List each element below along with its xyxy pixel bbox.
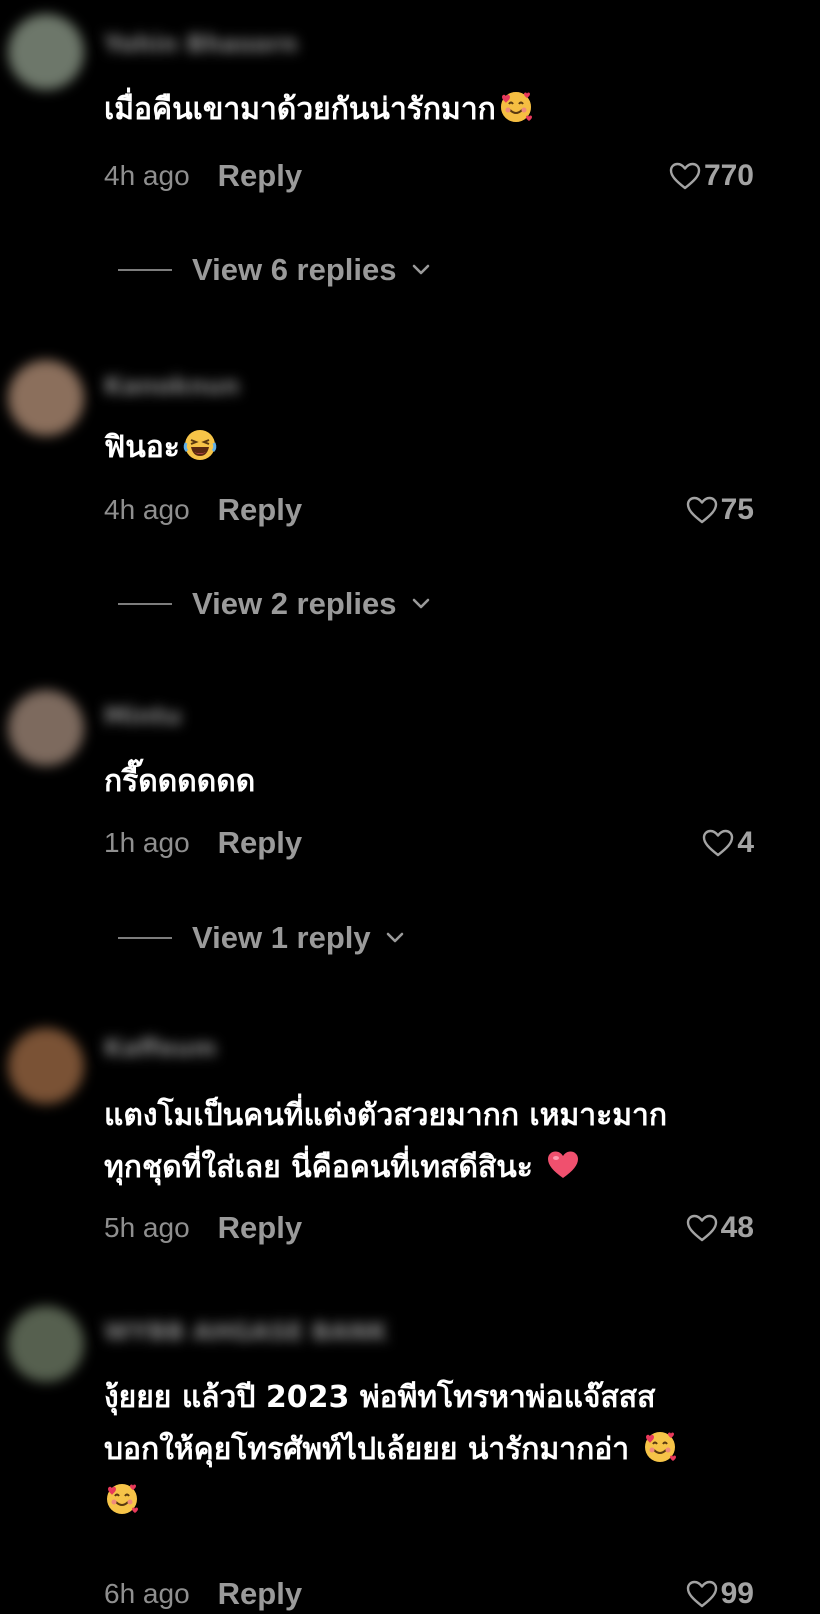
timestamp: 6h ago: [104, 1578, 190, 1609]
comment-text: ฟินอะ: [104, 422, 764, 474]
view-replies-label: View 2 replies: [192, 586, 397, 621]
comment-text: งุ้ยยย แล้วปี 2023 พ่อพีทโทรหาพ่อแจ๊สสส …: [104, 1372, 764, 1528]
avatar[interactable]: [8, 1028, 84, 1104]
like-button[interactable]: 770: [668, 159, 754, 193]
like-count: 770: [703, 159, 754, 192]
view-replies-button[interactable]: View 2 replies: [118, 584, 431, 624]
view-replies-label: View 1 reply: [192, 920, 371, 955]
comment-text-line: บอกให้คุยโทรศัพท์ไปเล้ยยย น่ารักมากอ่า: [104, 1432, 630, 1467]
username[interactable]: WYBB AHGASE BANK: [104, 1318, 387, 1346]
like-button[interactable]: 75: [685, 493, 754, 527]
heart-outline-icon: [669, 162, 701, 190]
like-count: 99: [720, 1577, 754, 1610]
divider-line: [118, 603, 172, 605]
comment-text-body: กรี๊ดดดดดด: [104, 764, 256, 799]
smiling-face-with-hearts-icon: [500, 92, 532, 122]
avatar[interactable]: [8, 360, 84, 436]
comment-text: กรี๊ดดดดดด: [104, 756, 764, 808]
timestamp: 5h ago: [104, 1212, 190, 1243]
comment-meta: 6h ago Reply 99: [104, 1574, 754, 1614]
comment-meta: 1h ago Reply 4: [104, 823, 754, 863]
view-replies-button[interactable]: View 6 replies: [118, 250, 431, 290]
view-replies-button[interactable]: View 1 reply: [118, 918, 405, 958]
username[interactable]: Yohin Bhasorn: [104, 30, 298, 58]
comment-text-line-wrapper: ทุกชุดที่ใส่เลย นี่คือคนที่เทสดีสินะ: [104, 1142, 764, 1194]
comment-text-line-wrapper: บอกให้คุยโทรศัพท์ไปเล้ยยย น่ารักมากอ่า: [104, 1424, 764, 1476]
chevron-down-icon: [412, 264, 429, 275]
comment-text-line: แตงโมเป็นคนที่แต่งตัวสวยมากก เหมาะมาก: [104, 1098, 667, 1133]
like-button[interactable]: 48: [685, 1211, 754, 1245]
chevron-down-icon: [386, 932, 403, 943]
like-button[interactable]: 99: [685, 1577, 754, 1611]
like-button[interactable]: 4: [701, 826, 754, 860]
avatar[interactable]: [8, 1306, 84, 1382]
username[interactable]: Mintu: [104, 702, 182, 730]
like-count: 4: [737, 826, 754, 859]
comment-text: แตงโมเป็นคนที่แต่งตัวสวยมากก เหมาะมาก ทุ…: [104, 1090, 764, 1194]
timestamp: 4h ago: [104, 494, 190, 525]
username[interactable]: Kaffeum: [104, 1034, 217, 1062]
heart-outline-icon: [686, 1214, 717, 1242]
username[interactable]: Kanoknun: [104, 372, 240, 400]
comment-emoji-line: [104, 1476, 764, 1528]
reply-button[interactable]: Reply: [218, 158, 302, 194]
comment-text-body: เมื่อคืนเขามาด้วยกันน่ารักมาก: [104, 92, 496, 127]
timestamp: 4h ago: [104, 160, 190, 191]
comment-meta: 4h ago Reply 770: [104, 156, 754, 196]
reply-button[interactable]: Reply: [218, 1210, 302, 1246]
laughing-face-icon: [183, 430, 217, 460]
heart-outline-icon: [686, 1580, 717, 1608]
heart-outline-icon: [686, 496, 717, 524]
heart-icon: [548, 1151, 579, 1178]
comment-meta: 5h ago Reply 48: [104, 1208, 754, 1248]
divider-line: [118, 937, 172, 939]
divider-line: [118, 269, 172, 271]
comment-text-line: งุ้ยยย แล้วปี 2023 พ่อพีทโทรหาพ่อแจ๊สสส: [104, 1380, 656, 1415]
comment-text-body: ฟินอะ: [104, 430, 180, 465]
comment-text: เมื่อคืนเขามาด้วยกันน่ารักมาก: [104, 84, 764, 136]
avatar[interactable]: [8, 690, 84, 766]
heart-outline-icon: [703, 829, 734, 857]
view-replies-label: View 6 replies: [192, 252, 397, 287]
comment-meta: 4h ago Reply 75: [104, 490, 754, 530]
reply-button[interactable]: Reply: [218, 492, 302, 528]
chevron-down-icon: [412, 598, 429, 609]
like-count: 75: [720, 493, 754, 526]
reply-button[interactable]: Reply: [218, 825, 302, 861]
reply-button[interactable]: Reply: [218, 1576, 302, 1612]
like-count: 48: [720, 1211, 754, 1244]
comment-text-line: ทุกชุดที่ใส่เลย นี่คือคนที่เทสดีสินะ: [104, 1150, 533, 1185]
smiling-face-with-hearts-icon: [107, 1484, 138, 1514]
timestamp: 1h ago: [104, 827, 190, 858]
avatar[interactable]: [8, 14, 84, 90]
smiling-face-with-hearts-icon: [644, 1432, 676, 1462]
